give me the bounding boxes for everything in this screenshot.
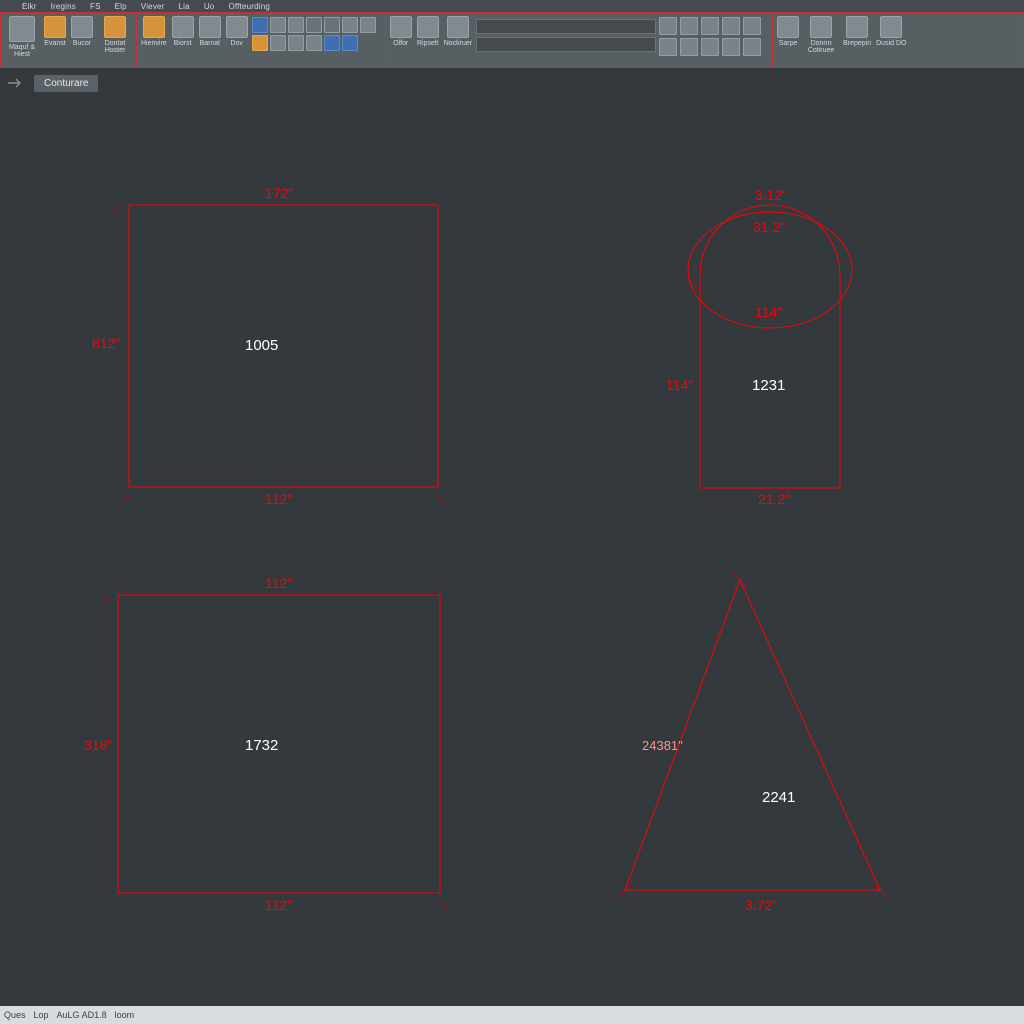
tool-icon[interactable]	[342, 17, 358, 33]
button-hienvire[interactable]: Hienvire	[140, 15, 168, 48]
dim-rect-top-top: 172"	[265, 185, 293, 201]
tool-icon[interactable]	[252, 17, 268, 33]
tool-icon[interactable]	[722, 38, 740, 56]
layer-input-2[interactable]	[476, 37, 656, 52]
tool-icon[interactable]	[659, 17, 677, 35]
button-bucor[interactable]: Bucor	[70, 15, 94, 48]
shape-rect-top[interactable]	[129, 205, 438, 487]
button-brepepin[interactable]: Brepepin	[842, 15, 872, 48]
ribbon-toolbar: Maquf & Hiest Evanst Bucor Dontat Hoster…	[0, 12, 1024, 68]
dim-capsule-second: 31.2"	[753, 219, 785, 235]
tool-icon[interactable]	[306, 17, 322, 33]
button-donrin[interactable]: Donrın Cotiruee	[803, 15, 839, 55]
shape-id-rect-top: 1005	[245, 337, 278, 354]
button-dontat[interactable]: Dontat Hoster	[97, 15, 133, 55]
status-version: AuLG AD1.8	[57, 1010, 107, 1020]
menu-bar: Elkr Iregins FS Elp Viever Lia Uo Offteu…	[0, 0, 1024, 12]
button-nockruer[interactable]: Nockruer	[443, 15, 473, 48]
tool-icon[interactable]	[743, 17, 761, 35]
button-ripselt[interactable]: Ripselt	[416, 15, 440, 48]
button-barnal[interactable]: Barnal	[198, 15, 222, 48]
dim-capsule-bottom: 21.2"	[758, 491, 790, 507]
button-biorst[interactable]: Biorst	[171, 15, 195, 48]
ribbon-toolgrid	[659, 15, 769, 56]
menu-item[interactable]: Iregins	[51, 2, 76, 11]
tool-icon[interactable]	[659, 38, 677, 56]
status-lop: Lop	[34, 1010, 49, 1020]
ribbon-icon-group	[252, 15, 382, 51]
dim-tri-side: 24381"	[642, 738, 683, 753]
ribbon-panel-4: Sarpe Donrın Cotiruee Brepepin Dusid DO	[773, 13, 910, 67]
dim-rect-top-left: 812"	[92, 335, 120, 351]
menu-item[interactable]: FS	[90, 2, 101, 11]
layer-input-1[interactable]	[476, 19, 656, 34]
tool-icon[interactable]	[701, 17, 719, 35]
dim-rect-bot-bottom: 112"	[265, 897, 292, 913]
button-dusid[interactable]: Dusid DO	[875, 15, 907, 48]
dim-rect-bot-left: 318"	[84, 737, 112, 753]
tool-icon[interactable]	[722, 17, 740, 35]
tool-orp[interactable]	[306, 35, 322, 51]
dim-capsule-top: 3.12"	[755, 187, 787, 203]
ribbon-input-stack	[476, 15, 656, 52]
tool-icon[interactable]	[324, 35, 340, 51]
menu-item[interactable]: Lia	[179, 2, 190, 11]
button-sarpe[interactable]: Sarpe	[776, 15, 800, 48]
shape-capsule[interactable]	[700, 205, 840, 488]
tool-icon[interactable]	[701, 38, 719, 56]
tool-autsidtox[interactable]	[288, 35, 304, 51]
button-evanst[interactable]: Evanst	[43, 15, 67, 48]
tab-row: Conturare	[0, 68, 1024, 98]
tool-icon[interactable]	[680, 17, 698, 35]
menu-item[interactable]: Viever	[141, 2, 165, 11]
tool-icon[interactable]	[743, 38, 761, 56]
dim-tri-bottom: 3.72"	[745, 897, 777, 913]
dim-rect-bot-top: 112"	[265, 575, 292, 591]
shape-rect-bottom[interactable]	[118, 595, 440, 893]
button-dov[interactable]: Dov	[225, 15, 249, 48]
tab-conturare[interactable]: Conturare	[34, 75, 98, 92]
shape-triangle[interactable]	[625, 580, 880, 890]
menu-item[interactable]: Uo	[204, 2, 215, 11]
ribbon-panel-1: Maquf & Hiest Evanst Bucor Dontat Hoster	[1, 13, 137, 67]
tool-icon[interactable]	[288, 17, 304, 33]
status-ques: Ques	[4, 1010, 26, 1020]
tool-icon[interactable]	[270, 35, 286, 51]
drawing-canvas[interactable]: 172" 812" 112" 1005 3.12" 31.2" 114" 114…	[0, 100, 1024, 1006]
button-olfor[interactable]: Olfor	[389, 15, 413, 48]
ribbon-panel-2: Hienvire Biorst Barnal Dov	[137, 13, 386, 67]
status-loom: loom	[115, 1010, 135, 1020]
status-bar: Ques Lop AuLG AD1.8 loom	[0, 1006, 1024, 1024]
tool-icon[interactable]	[680, 38, 698, 56]
shape-id-triangle: 2241	[762, 789, 795, 806]
menu-item[interactable]: Elkr	[22, 2, 37, 11]
dim-capsule-mid: 114"	[755, 304, 782, 320]
menu-item[interactable]: Offteurding	[228, 2, 270, 11]
ribbon-panel-3: Olfor Ripselt Nockruer	[386, 13, 773, 67]
tool-icon[interactable]	[360, 17, 376, 33]
shape-id-capsule: 1231	[752, 377, 785, 394]
nav-forward-icon[interactable]	[6, 73, 26, 93]
shape-id-rect-bot: 1732	[245, 737, 278, 754]
button-maquf[interactable]: Maquf & Hiest	[4, 15, 40, 59]
dim-capsule-left: 114"	[666, 377, 693, 393]
tool-icon[interactable]	[252, 35, 268, 51]
tool-icon[interactable]	[324, 17, 340, 33]
dim-rect-top-bottom: 112"	[265, 491, 292, 507]
menu-item[interactable]: Elp	[115, 2, 127, 11]
tool-icon[interactable]	[270, 17, 286, 33]
tool-icon[interactable]	[342, 35, 358, 51]
